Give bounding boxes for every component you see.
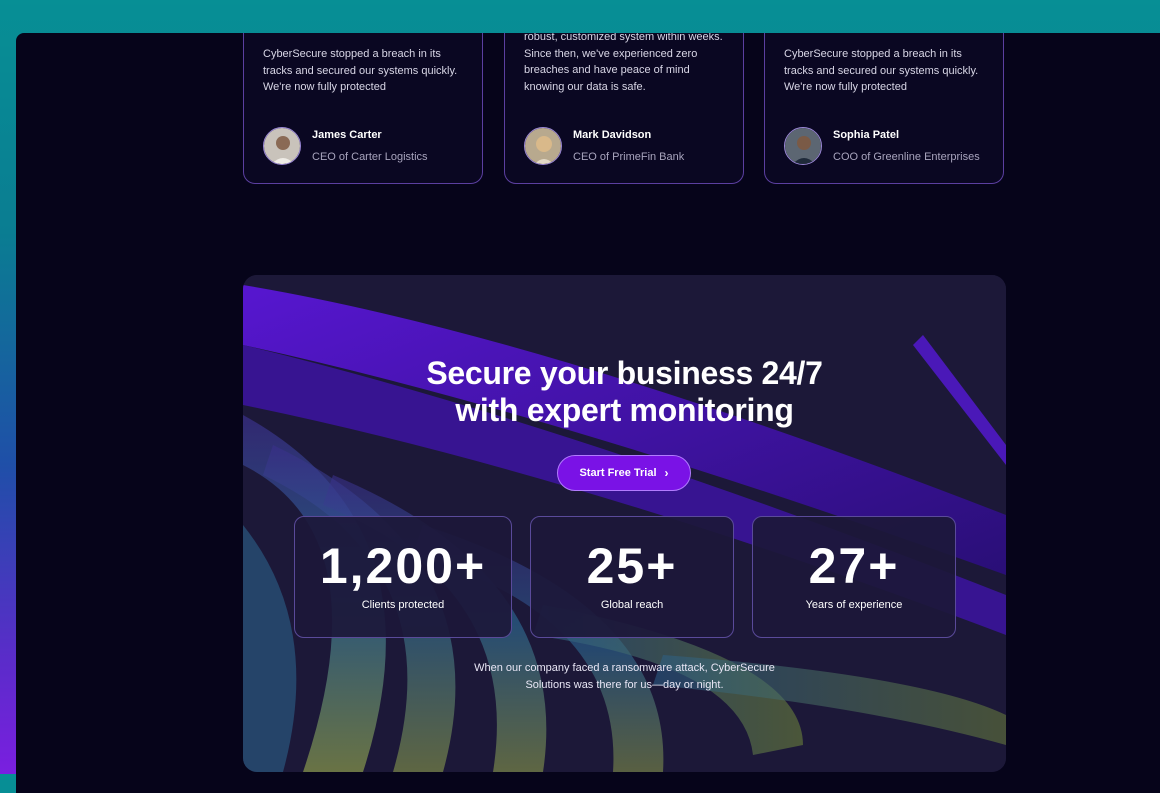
testimonial-card: CyberSecure stopped a breach in its trac… [243, 33, 483, 184]
stat-label: Global reach [600, 599, 664, 611]
avatar [263, 127, 301, 165]
stat-card: 25+ Global reach [530, 516, 734, 638]
stat-label: Years of experience [805, 599, 903, 611]
testimonial-role: COO of Greenline Enterprises [833, 151, 980, 163]
testimonial-role: CEO of Carter Logistics [312, 151, 428, 163]
app-window: CyberSecure stopped a breach in its trac… [16, 33, 1160, 793]
avatar [524, 127, 562, 165]
testimonial-name: Mark Davidson [573, 129, 652, 141]
cta-section: Secure your business 24/7 with expert mo… [243, 275, 1006, 772]
testimonial-quote: CyberSecure stopped a breach in its trac… [263, 48, 458, 93]
avatar [784, 127, 822, 165]
testimonial-quote: robust, customized system within weeks. … [524, 33, 723, 93]
testimonial-role: CEO of PrimeFin Bank [573, 151, 685, 163]
testimonial-card: CyberSecure stopped a breach in its trac… [764, 33, 1004, 184]
headline-line: Secure your business 24/7 [426, 355, 823, 391]
button-label: Start Free Trial [579, 467, 657, 479]
stat-value: 27+ [808, 538, 900, 594]
stat-value: 25+ [586, 538, 678, 594]
stat-card: 27+ Years of experience [752, 516, 956, 638]
stat-card: 1,200+ Clients protected [294, 516, 512, 638]
testimonial-text: When our company faced a ransomware atta… [243, 660, 1006, 694]
stat-label: Clients protected [361, 599, 445, 611]
cta-headline: Secure your business 24/7 with expert mo… [243, 355, 1006, 429]
testimonial-line: When our company faced a ransomware atta… [474, 662, 775, 674]
start-free-trial-button[interactable]: Start Free Trial › [557, 455, 691, 491]
testimonial-name: Sophia Patel [833, 129, 900, 141]
testimonial-line: Solutions was there for us—day or night. [525, 679, 724, 691]
chevron-right-icon: › [664, 466, 669, 480]
testimonial-card: robust, customized system within weeks. … [504, 33, 744, 184]
headline-line: with expert monitoring [455, 392, 794, 428]
testimonial-name: James Carter [312, 129, 382, 141]
stat-value: 1,200+ [319, 538, 487, 594]
testimonial-quote: CyberSecure stopped a breach in its trac… [784, 48, 979, 93]
